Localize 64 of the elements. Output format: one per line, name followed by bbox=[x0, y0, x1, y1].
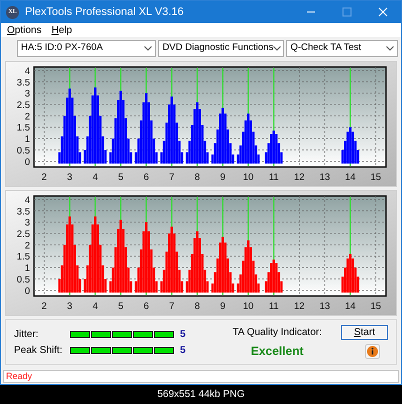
y-tick-label: 2.5 bbox=[16, 100, 30, 111]
meter-label: Jitter: bbox=[14, 328, 40, 342]
x-tick-label: 11 bbox=[268, 172, 279, 183]
y-tick-label: 3 bbox=[24, 88, 30, 100]
x-tick-label: 13 bbox=[320, 172, 330, 183]
dropdown-value: HA:5 ID:0 PX-760A bbox=[21, 40, 103, 55]
x-tick-label: 4 bbox=[92, 172, 98, 183]
dropdown-value: DVD Diagnostic Functions bbox=[162, 40, 274, 55]
x-tick-label: 8 bbox=[194, 172, 200, 183]
y-tick-label: 1.5 bbox=[16, 122, 30, 134]
dropdown[interactable]: DVD Diagnostic Functions bbox=[158, 40, 284, 56]
start-button[interactable]: Start bbox=[341, 325, 388, 340]
dropdown[interactable]: HA:5 ID:0 PX-760A bbox=[17, 40, 156, 56]
y-tick-label: 0 bbox=[24, 286, 30, 297]
x-tick-label: 5 bbox=[118, 301, 124, 312]
x-tick-label: 2 bbox=[42, 301, 47, 312]
y-tick-label: 2.5 bbox=[16, 229, 30, 240]
quality-value: Excellent bbox=[250, 342, 304, 360]
x-tick-label: 9 bbox=[220, 172, 226, 183]
x-tick-label: 6 bbox=[144, 172, 149, 183]
x-tick-label: 9 bbox=[220, 301, 226, 312]
y-tick-label: 1.5 bbox=[16, 252, 30, 263]
y-tick-label: 3 bbox=[24, 218, 30, 229]
y-tick-label: 4 bbox=[24, 194, 30, 206]
y-tick-label: 0.5 bbox=[16, 274, 30, 286]
x-tick-label: 13 bbox=[320, 301, 330, 312]
menu-item[interactable]: Help bbox=[51, 22, 72, 38]
menu-item[interactable]: Options bbox=[7, 22, 42, 38]
x-tick-label: 5 bbox=[118, 172, 124, 183]
x-tick-label: 3 bbox=[67, 301, 72, 312]
x-tick-label: 12 bbox=[294, 301, 305, 312]
y-tick-label: 3.5 bbox=[16, 206, 30, 218]
x-tick-label: 7 bbox=[169, 301, 174, 312]
y-tick-label: 1 bbox=[24, 134, 30, 146]
dropdown[interactable]: Q-Check TA Test bbox=[286, 40, 398, 56]
x-tick-label: 15 bbox=[370, 172, 382, 183]
meter-label: Peak Shift: bbox=[14, 344, 64, 358]
y-tick-label: 2 bbox=[24, 240, 30, 252]
x-tick-label: 14 bbox=[345, 301, 356, 312]
x-tick-label: 2 bbox=[42, 172, 47, 183]
x-tick-label: 10 bbox=[242, 172, 254, 183]
meter-value: 5 bbox=[180, 344, 186, 358]
y-tick-label: 0.5 bbox=[16, 145, 30, 156]
window-title: PlexTools Professional XL V3.16 bbox=[25, 4, 184, 20]
x-tick-label: 6 bbox=[144, 301, 149, 312]
x-tick-label: 15 bbox=[370, 301, 382, 312]
x-tick-label: 8 bbox=[194, 301, 200, 312]
y-tick-label: 0 bbox=[24, 156, 30, 168]
status-text: Ready bbox=[6, 370, 32, 383]
y-tick-label: 3.5 bbox=[16, 77, 30, 88]
meter-value: 5 bbox=[180, 328, 186, 342]
y-tick-label: 4 bbox=[24, 66, 30, 77]
x-tick-label: 3 bbox=[67, 172, 72, 183]
y-tick-label: 2 bbox=[24, 111, 30, 122]
x-tick-label: 12 bbox=[294, 172, 305, 183]
quality-label: TA Quality Indicator: bbox=[232, 326, 322, 340]
x-tick-label: 10 bbox=[242, 301, 254, 312]
x-tick-label: 11 bbox=[268, 301, 279, 312]
image-caption: 569x551 44kb PNG bbox=[157, 388, 245, 402]
y-tick-label: 1 bbox=[24, 263, 30, 274]
x-tick-label: 14 bbox=[345, 172, 356, 183]
x-tick-label: 7 bbox=[169, 172, 174, 183]
x-tick-label: 4 bbox=[92, 301, 98, 312]
dropdown-value: Q-Check TA Test bbox=[290, 40, 362, 55]
